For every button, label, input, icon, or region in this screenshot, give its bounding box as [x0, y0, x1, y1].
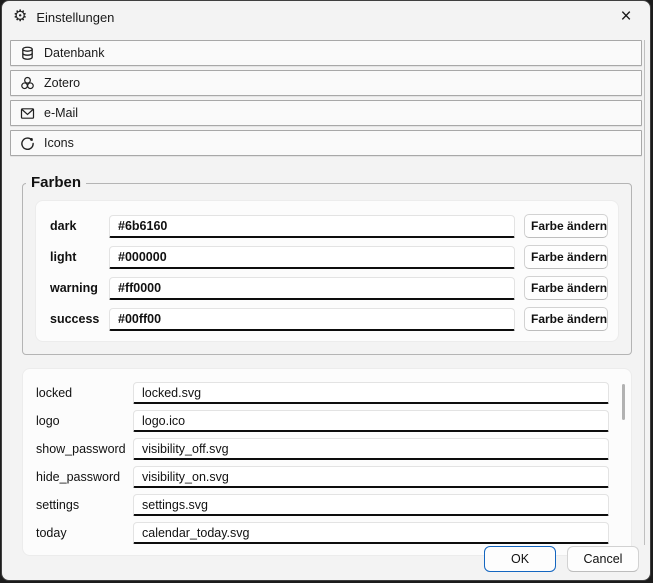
- close-button[interactable]: ×: [606, 2, 646, 32]
- color-label-dark: dark: [46, 219, 100, 233]
- window-title: Einstellungen: [36, 10, 114, 25]
- title-bar: ⚙ Einstellungen ×: [2, 1, 650, 33]
- icon-file-row-show-password: show_password: [34, 438, 609, 460]
- farben-group-title: Farben: [26, 174, 86, 191]
- icon-file-input-logo[interactable]: [133, 410, 609, 432]
- icon-file-input-settings[interactable]: [133, 494, 609, 516]
- icon-file-label-show-password: show_password: [34, 442, 126, 456]
- dialog-footer: OK Cancel: [484, 546, 639, 572]
- color-input-dark[interactable]: [109, 215, 515, 238]
- scroll-area-edge: [644, 40, 645, 545]
- icon-files-card: locked logo show_password hide_password …: [22, 368, 632, 556]
- color-row-light: light Farbe ändern: [46, 245, 608, 268]
- color-row-success: success Farbe ändern: [46, 307, 608, 330]
- icon-file-label-today: today: [34, 526, 126, 540]
- color-label-warning: warning: [46, 281, 100, 295]
- section-label-zotero: Zotero: [44, 76, 80, 90]
- section-header-zotero[interactable]: Zotero: [10, 70, 642, 96]
- icon-file-label-settings: settings: [34, 498, 126, 512]
- change-color-button-dark[interactable]: Farbe ändern: [524, 214, 608, 238]
- section-header-email[interactable]: e-Mail: [10, 100, 642, 126]
- gear-icon: ⚙: [13, 9, 27, 25]
- icon-list-scrollbar[interactable]: [622, 384, 625, 420]
- section-label-email: e-Mail: [44, 106, 78, 120]
- color-input-warning[interactable]: [109, 277, 515, 300]
- icon-file-row-logo: logo: [34, 410, 609, 432]
- icon-file-label-hide-password: hide_password: [34, 470, 126, 484]
- color-input-light[interactable]: [109, 246, 515, 269]
- settings-toolbox: Datenbank Zotero e-Mail: [2, 40, 650, 156]
- color-row-dark: dark Farbe ändern: [46, 214, 608, 237]
- change-color-button-success[interactable]: Farbe ändern: [524, 307, 608, 331]
- ok-button[interactable]: OK: [484, 546, 556, 572]
- icon-file-input-today[interactable]: [133, 522, 609, 544]
- close-icon: ×: [620, 6, 631, 28]
- icon-file-input-locked[interactable]: [133, 382, 609, 404]
- section-header-icons[interactable]: Icons: [10, 130, 642, 156]
- database-icon: [20, 46, 35, 61]
- mail-icon: [20, 106, 35, 121]
- section-label-datenbank: Datenbank: [44, 46, 104, 60]
- section-header-datenbank[interactable]: Datenbank: [10, 40, 642, 66]
- icon-file-label-logo: logo: [34, 414, 126, 428]
- cancel-button[interactable]: Cancel: [567, 546, 639, 572]
- farben-card: dark Farbe ändern light Farbe ändern war…: [35, 200, 619, 342]
- icon-file-row-today: today: [34, 522, 609, 544]
- color-input-success[interactable]: [109, 308, 515, 331]
- section-label-icons: Icons: [44, 136, 74, 150]
- icon-file-row-hide-password: hide_password: [34, 466, 609, 488]
- color-row-warning: warning Farbe ändern: [46, 276, 608, 299]
- icon-file-row-locked: locked: [34, 382, 609, 404]
- color-label-light: light: [46, 250, 100, 264]
- color-label-success: success: [46, 312, 100, 326]
- settings-dialog: ⚙ Einstellungen × Datenbank: [1, 0, 651, 581]
- icon-file-input-show-password[interactable]: [133, 438, 609, 460]
- icon-file-input-hide-password[interactable]: [133, 466, 609, 488]
- farben-groupbox: Farben dark Farbe ändern light Farbe änd…: [22, 183, 632, 355]
- zotero-icon: [20, 76, 35, 91]
- icon-file-label-locked: locked: [34, 386, 126, 400]
- change-color-button-light[interactable]: Farbe ändern: [524, 245, 608, 269]
- change-color-button-warning[interactable]: Farbe ändern: [524, 276, 608, 300]
- loop-icon: [20, 136, 35, 151]
- icon-file-row-settings: settings: [34, 494, 609, 516]
